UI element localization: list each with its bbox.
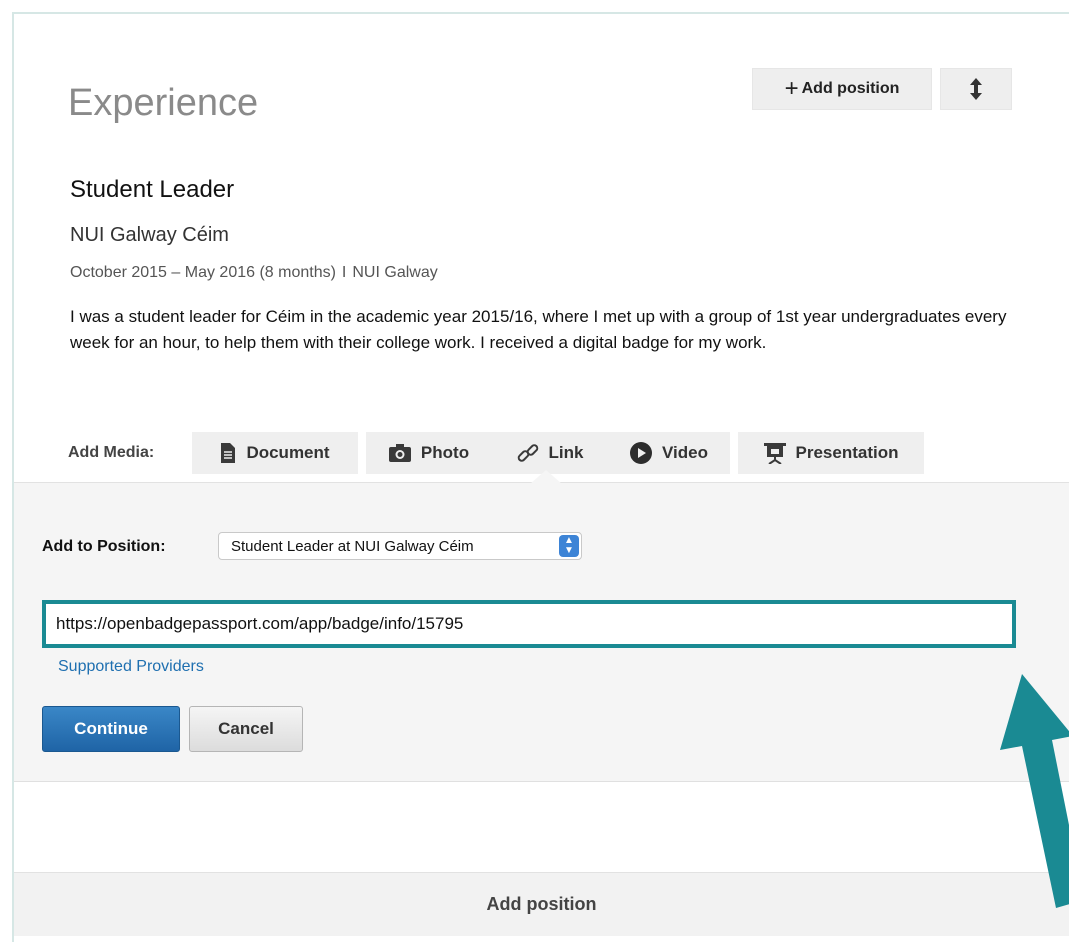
cancel-button[interactable]: Cancel xyxy=(189,706,303,752)
add-position-label: Add position xyxy=(801,80,900,97)
link-label: Link xyxy=(548,443,584,462)
position-title[interactable]: Student Leader xyxy=(70,176,234,204)
add-media-video-button[interactable]: Video xyxy=(608,432,730,474)
footer-add-position-button[interactable]: Add position xyxy=(14,872,1069,936)
add-position-button[interactable]: + Add position xyxy=(752,68,932,110)
document-icon xyxy=(221,443,236,463)
panel-caret xyxy=(530,470,562,484)
section-title: Experience xyxy=(68,82,259,124)
reorder-button[interactable] xyxy=(940,68,1012,110)
add-media-photo-button[interactable]: Photo xyxy=(366,432,492,474)
position-dates: October 2015 – May 2016 (8 months) xyxy=(70,264,336,281)
position-select-value: Student Leader at NUI Galway Céim xyxy=(231,537,474,555)
up-down-arrow-icon xyxy=(970,78,982,100)
position-dates-location: October 2015 – May 2016 (8 months) I NUI G… xyxy=(70,264,438,282)
camera-icon xyxy=(388,444,411,462)
add-media-label: Add Media: xyxy=(68,444,155,461)
add-media-document-button[interactable]: Document xyxy=(192,432,358,474)
document-label: Document xyxy=(246,443,330,462)
continue-button[interactable]: Continue xyxy=(42,706,180,752)
link-url-input[interactable] xyxy=(42,600,1016,648)
add-to-position-label: Add to Position: xyxy=(42,538,166,555)
position-description: I was a student leader for Céim in the a… xyxy=(70,307,1007,352)
position-location: NUI Galway xyxy=(352,264,438,281)
video-label: Video xyxy=(662,443,708,462)
position-select[interactable]: Student Leader at NUI Galway Céim ▲ ▼ xyxy=(218,532,582,560)
add-media-link-button[interactable]: Link xyxy=(492,432,608,474)
photo-label: Photo xyxy=(420,443,470,462)
add-media-presentation-button[interactable]: Presentation xyxy=(738,432,924,474)
select-arrows-icon: ▲ ▼ xyxy=(559,535,579,557)
presentation-label: Presentation xyxy=(795,443,899,462)
plus-icon: + xyxy=(784,75,799,102)
supported-providers-link[interactable]: Supported Providers xyxy=(58,658,204,676)
separator: I xyxy=(341,264,347,281)
presentation-icon xyxy=(763,443,786,464)
position-company[interactable]: NUI Galway Céim xyxy=(70,224,229,247)
play-icon xyxy=(630,442,652,464)
link-icon xyxy=(517,444,538,462)
